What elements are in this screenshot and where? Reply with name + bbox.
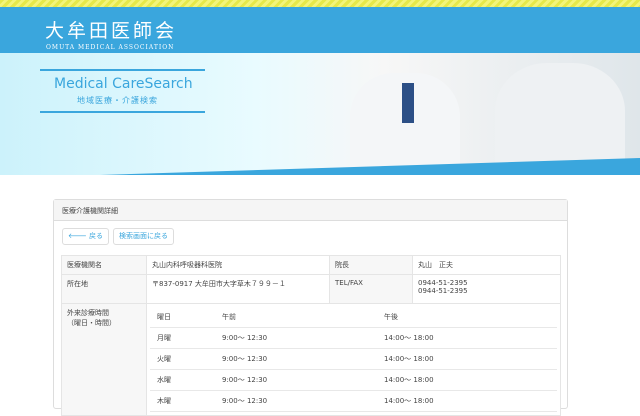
hours-label: 外来診療時間 xyxy=(67,309,109,317)
panel-title: 医療介護機関詳細 xyxy=(54,200,567,221)
tel: 0944-51-2395 xyxy=(418,279,468,287)
doctor-tie xyxy=(402,83,414,123)
hours-row: 木曜 9:00～ 12:30 14:00～ 18:00 xyxy=(150,390,557,412)
table-row: 医療機関名 丸山内科呼吸器科医院 院長 丸山 正夫 xyxy=(61,255,561,275)
divider xyxy=(40,69,205,71)
hours-sublabel: （曜日・時間） xyxy=(67,319,116,327)
site-header: 大牟田医師会 OMUTA MEDICAL ASSOCIATION xyxy=(0,7,640,53)
day: 火曜 xyxy=(150,348,215,370)
doctor-image xyxy=(495,63,625,175)
col-am: 午前 xyxy=(215,307,377,328)
hours-table: 曜日 午前 午後 月曜 9:00～ 12:30 14:00～ 18:00 火曜 9:0… xyxy=(150,307,557,412)
back-button[interactable]: 🡐 戻る xyxy=(62,228,110,245)
pm-hours: 14:00～ 18:00 xyxy=(377,390,557,412)
am-hours: 9:00～ 12:30 xyxy=(215,390,377,412)
day: 月曜 xyxy=(150,327,215,349)
arrow-left-icon: 🡐 xyxy=(68,232,87,240)
top-stripe xyxy=(0,0,640,7)
pm-hours: 14:00～ 18:00 xyxy=(377,327,557,349)
col-pm: 午後 xyxy=(377,307,557,328)
director-name: 丸山 正夫 xyxy=(412,255,561,275)
pm-hours: 14:00～ 18:00 xyxy=(377,369,557,391)
logo[interactable]: 大牟田医師会 xyxy=(45,16,177,43)
facility-name: 丸山内科呼吸器科医院 xyxy=(146,255,330,275)
hours-row: 火曜 9:00～ 12:30 14:00～ 18:00 xyxy=(150,348,557,370)
am-hours: 9:00～ 12:30 xyxy=(215,348,377,370)
divider xyxy=(40,111,205,113)
tel-label: TEL/FAX xyxy=(329,274,413,304)
day: 木曜 xyxy=(150,390,215,412)
am-hours: 9:00～ 12:30 xyxy=(215,327,377,349)
detail-panel: 医療介護機関詳細 🡐 戻る 検索画面に戻る 医療機関名 丸山内科呼吸器科医院 院… xyxy=(53,199,568,416)
banner: Medical CareSearch 地域医療・介護検索 xyxy=(0,53,640,175)
name-label: 医療機関名 xyxy=(61,255,147,275)
am-hours: 9:00～ 12:30 xyxy=(215,369,377,391)
logo-subtitle: OMUTA MEDICAL ASSOCIATION xyxy=(46,44,175,51)
banner-title: Medical CareSearch xyxy=(54,76,193,92)
day: 水曜 xyxy=(150,369,215,391)
pm-hours: 14:00～ 18:00 xyxy=(377,348,557,370)
hours-row: 月曜 9:00～ 12:30 14:00～ 18:00 xyxy=(150,327,557,349)
fax: 0944-51-2395 xyxy=(418,287,468,295)
address: 〒837-0917 大牟田市大字草木７９９－１ xyxy=(146,274,330,304)
hours-row: 水曜 9:00～ 12:30 14:00～ 18:00 xyxy=(150,369,557,391)
hours-header-row: 曜日 午前 午後 xyxy=(150,307,557,328)
facility-table: 医療機関名 丸山内科呼吸器科医院 院長 丸山 正夫 所在地 〒837-0917 … xyxy=(61,255,561,416)
col-day: 曜日 xyxy=(150,307,215,328)
director-label: 院長 xyxy=(329,255,413,275)
address-label: 所在地 xyxy=(61,274,147,304)
table-row: 所在地 〒837-0917 大牟田市大字草木７９９－１ TEL/FAX 0944… xyxy=(61,274,561,304)
banner-subtitle: 地域医療・介護検索 xyxy=(77,96,158,105)
table-row: 外来診療時間 （曜日・時間） 曜日 午前 午後 月曜 9:00～ 12:30 14:0… xyxy=(61,303,561,416)
back-to-search-button[interactable]: 検索画面に戻る xyxy=(113,228,175,245)
back-label: 戻る xyxy=(89,232,104,240)
